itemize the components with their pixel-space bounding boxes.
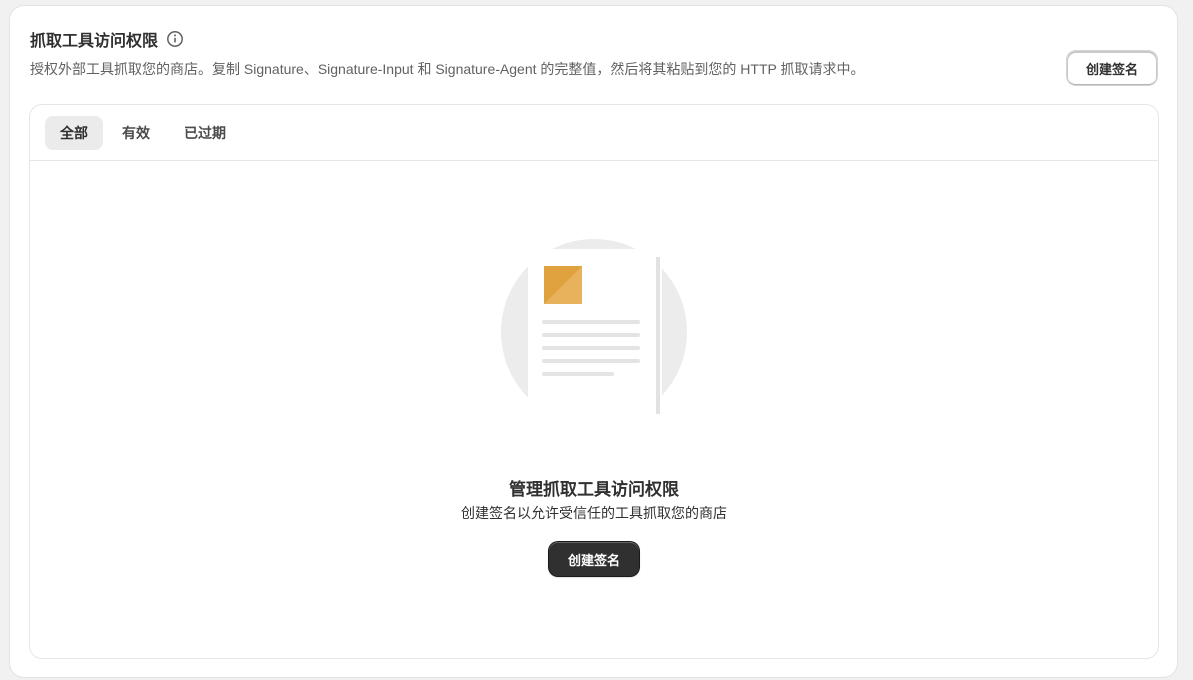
- tab-bar: 全部 有效 已过期: [30, 105, 1158, 161]
- empty-state-create-signature-button[interactable]: 创建签名: [549, 542, 639, 576]
- tab-active[interactable]: 有效: [107, 116, 165, 150]
- document-illustration-icon: [501, 239, 687, 414]
- empty-state-subtitle: 创建签名以允许受信任的工具抓取您的商店: [461, 505, 727, 521]
- create-signature-button[interactable]: 创建签名: [1067, 51, 1157, 85]
- card-header: 抓取工具访问权限 授权外部工具抓取您的商店。复制 Signature、Signa…: [30, 28, 1157, 79]
- section-title: 抓取工具访问权限: [30, 33, 159, 50]
- signatures-panel: 全部 有效 已过期 管理抓取工具访问权限 创建签名以允许受信任的工具抓取您的商店: [30, 105, 1158, 658]
- empty-state: 管理抓取工具访问权限 创建签名以允许受信任的工具抓取您的商店 创建签名: [30, 161, 1158, 658]
- info-icon[interactable]: [166, 30, 184, 48]
- section-description: 授权外部工具抓取您的商店。复制 Signature、Signature-Inpu…: [30, 61, 865, 77]
- crawler-access-card: 抓取工具访问权限 授权外部工具抓取您的商店。复制 Signature、Signa…: [10, 6, 1177, 677]
- tab-all[interactable]: 全部: [45, 115, 103, 150]
- tab-expired[interactable]: 已过期: [169, 116, 241, 150]
- empty-state-title: 管理抓取工具访问权限: [509, 480, 679, 499]
